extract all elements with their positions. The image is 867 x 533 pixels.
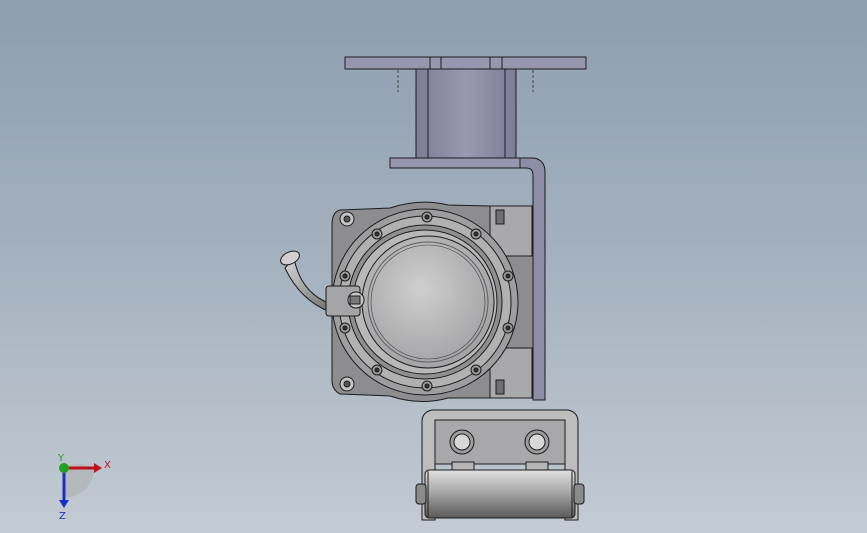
coordinate-triad: X Y Z [57, 453, 111, 522]
roller-carriage[interactable] [415, 409, 585, 521]
motor-face-cover[interactable] [361, 235, 495, 369]
roller-drum[interactable] [424, 469, 576, 519]
cad-3d-viewport[interactable]: X Y Z [0, 0, 867, 533]
z-axis-label: Z [59, 511, 66, 522]
x-axis-label: X [104, 460, 111, 471]
y-axis-point [59, 463, 69, 473]
bracket-top-plate[interactable] [344, 56, 587, 70]
y-axis-label: Y [57, 453, 65, 464]
bracket-bottom-plate[interactable] [389, 157, 535, 169]
bracket-web[interactable] [415, 68, 517, 161]
